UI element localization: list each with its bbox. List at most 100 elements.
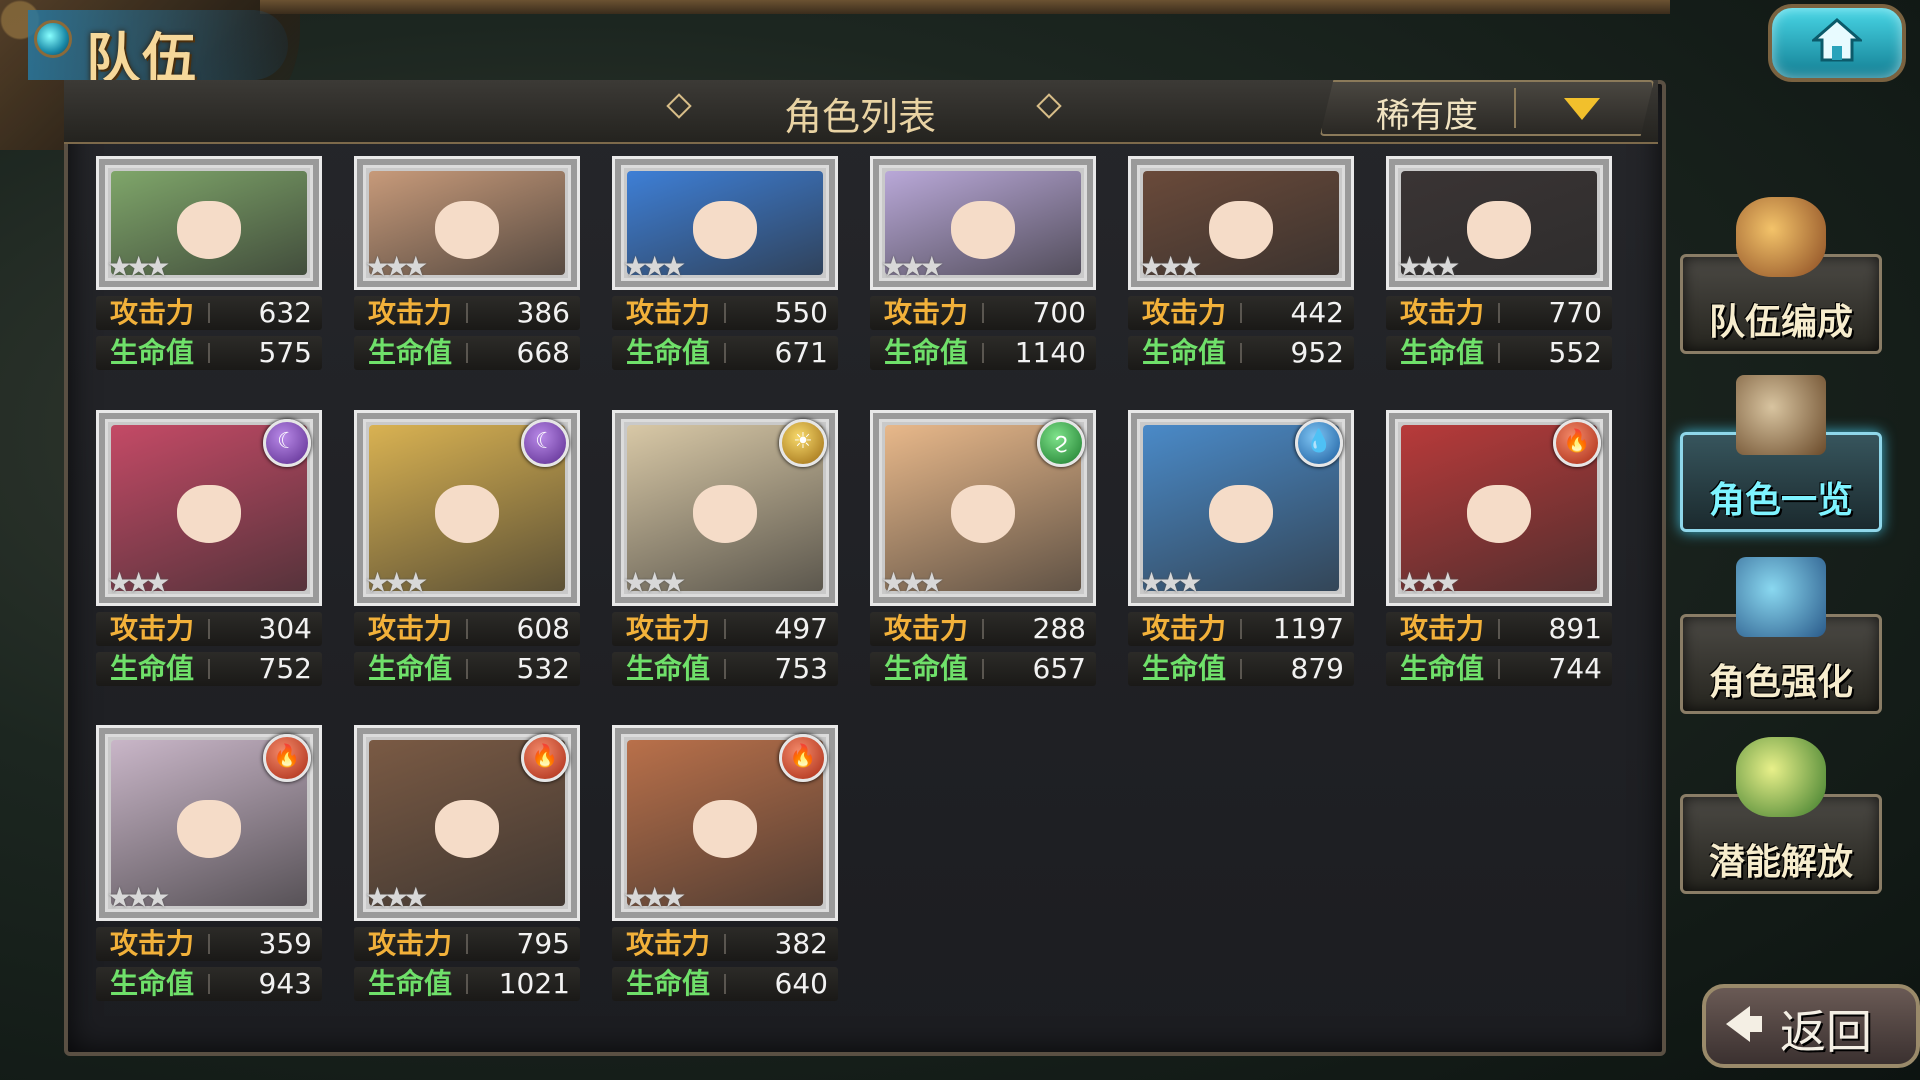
character-portrait[interactable]: ★★★ 🔥 [354,725,580,921]
character-face [1467,484,1531,543]
stat-label: 攻击力 [1142,612,1227,645]
stat-label: 攻击力 [368,927,453,960]
stat-separator [1498,343,1500,363]
stat-separator [208,343,210,363]
back-button[interactable]: 返回 [1702,984,1920,1068]
stat-separator [982,303,984,323]
stat-value: 497 [774,612,828,645]
character-portrait[interactable]: ★★★ 🔥 [96,725,322,921]
sort-dropdown[interactable]: 稀有度 [1320,80,1654,136]
home-button[interactable] [1768,4,1906,82]
stat-separator [1498,659,1500,679]
side-btn-character-list[interactable]: 角色一览 [1680,375,1882,532]
stat-separator [208,303,210,323]
character-portrait[interactable]: ★★★ 🔥 [1386,410,1612,606]
stat-separator [466,619,468,639]
attack-stat: 攻击力 770 [1386,296,1612,330]
stat-value: 575 [258,336,312,369]
stat-value: 744 [1548,652,1602,685]
character-portrait[interactable]: ★★★ ☀ [612,410,838,606]
stat-label: 攻击力 [1400,296,1485,329]
character-portrait[interactable]: ★★★ [1128,156,1354,290]
stat-label: 生命值 [626,652,711,685]
side-btn-enhance[interactable]: 角色强化 [1680,557,1882,714]
rarity-stars: ★★★ [1139,566,1202,599]
fire-element-icon: 🔥 [1553,419,1601,467]
character-card[interactable]: ★★★ 💧 攻击力 1197 生命值 879 [1128,410,1354,686]
character-portrait[interactable]: ★★★ [1386,156,1612,290]
chevron-down-icon[interactable] [1564,98,1600,120]
rarity-stars: ★★★ [1139,250,1202,283]
character-card[interactable]: ★★★ ☾ 攻击力 304 生命值 752 [96,410,322,686]
stat-separator [1498,303,1500,323]
enhance-card-icon [1736,557,1826,637]
sort-label: 稀有度 [1376,96,1478,136]
hp-stat: 生命值 671 [612,336,838,370]
stat-separator [724,619,726,639]
character-card[interactable]: ★★★ 攻击力 700 生命值 1140 [870,156,1096,370]
character-face [693,799,757,858]
character-card[interactable]: ★★★ 🔥 攻击力 891 生命值 744 [1386,410,1612,686]
stat-value: 1021 [498,967,570,1000]
character-portrait[interactable]: ★★★ [612,156,838,290]
character-portrait[interactable]: ★★★ ϩ [870,410,1096,606]
stat-label: 攻击力 [1142,296,1227,329]
character-card[interactable]: ★★★ 🔥 攻击力 359 生命值 943 [96,725,322,1001]
character-face [693,484,757,543]
home-icon [1812,18,1862,62]
side-btn-team-formation[interactable]: 队伍编成 [1680,197,1882,354]
character-card[interactable]: ★★★ 🔥 攻击力 382 生命值 640 [612,725,838,1001]
stat-separator [208,619,210,639]
stat-value: 891 [1548,612,1602,645]
character-card[interactable]: ★★★ ϩ 攻击力 288 生命值 657 [870,410,1096,686]
character-face [435,200,499,259]
character-card[interactable]: ★★★ 攻击力 386 生命值 668 [354,156,580,370]
stat-label: 攻击力 [884,296,969,329]
hp-stat: 生命值 532 [354,652,580,686]
side-btn-potential[interactable]: 潜能解放 [1680,737,1882,894]
character-portrait[interactable]: ★★★ 💧 [1128,410,1354,606]
stat-value: 550 [774,296,828,329]
character-card[interactable]: ★★★ 攻击力 770 生命值 552 [1386,156,1612,370]
moon-element-icon: ☾ [263,419,311,467]
rarity-stars: ★★★ [365,881,428,914]
character-portrait[interactable]: ★★★ [870,156,1096,290]
character-portrait[interactable]: ★★★ [354,156,580,290]
character-face [951,484,1015,543]
character-card[interactable]: ★★★ 攻击力 550 生命值 671 [612,156,838,370]
stat-separator [466,659,468,679]
stat-value: 640 [774,967,828,1000]
stat-label: 攻击力 [110,296,195,329]
top-border-ornament [260,0,1670,14]
stat-value: 359 [258,927,312,960]
side-btn-label: 潜能解放 [1708,842,1853,883]
stat-label: 生命值 [368,652,453,685]
stat-label: 攻击力 [368,296,453,329]
fire-element-icon: 🔥 [263,734,311,782]
fire-element-icon: 🔥 [521,734,569,782]
stat-separator [724,934,726,954]
character-card[interactable]: ★★★ 攻击力 442 生命值 952 [1128,156,1354,370]
attack-stat: 攻击力 497 [612,612,838,646]
character-portrait[interactable]: ★★★ 🔥 [612,725,838,921]
stat-separator [1240,343,1242,363]
character-portrait[interactable]: ★★★ ☾ [354,410,580,606]
character-card[interactable]: ★★★ ☾ 攻击力 608 生命值 532 [354,410,580,686]
character-card[interactable]: ★★★ 攻击力 632 生命值 575 [96,156,322,370]
hp-stat: 生命值 943 [96,967,322,1001]
stat-label: 攻击力 [626,612,711,645]
stat-value: 879 [1290,652,1344,685]
character-portrait[interactable]: ★★★ ☾ [96,410,322,606]
potential-orb-icon [1736,737,1826,817]
rarity-stars: ★★★ [1397,250,1460,283]
fire-element-icon: 🔥 [779,734,827,782]
rarity-stars: ★★★ [365,566,428,599]
character-card[interactable]: ★★★ 🔥 攻击力 795 生命值 1021 [354,725,580,1001]
stat-label: 生命值 [884,652,969,685]
rarity-stars: ★★★ [107,881,170,914]
arrow-left-icon-tail [1748,1016,1762,1032]
character-card[interactable]: ★★★ ☀ 攻击力 497 生命值 753 [612,410,838,686]
stat-value: 657 [1032,652,1086,685]
stat-label: 攻击力 [110,612,195,645]
character-portrait[interactable]: ★★★ [96,156,322,290]
